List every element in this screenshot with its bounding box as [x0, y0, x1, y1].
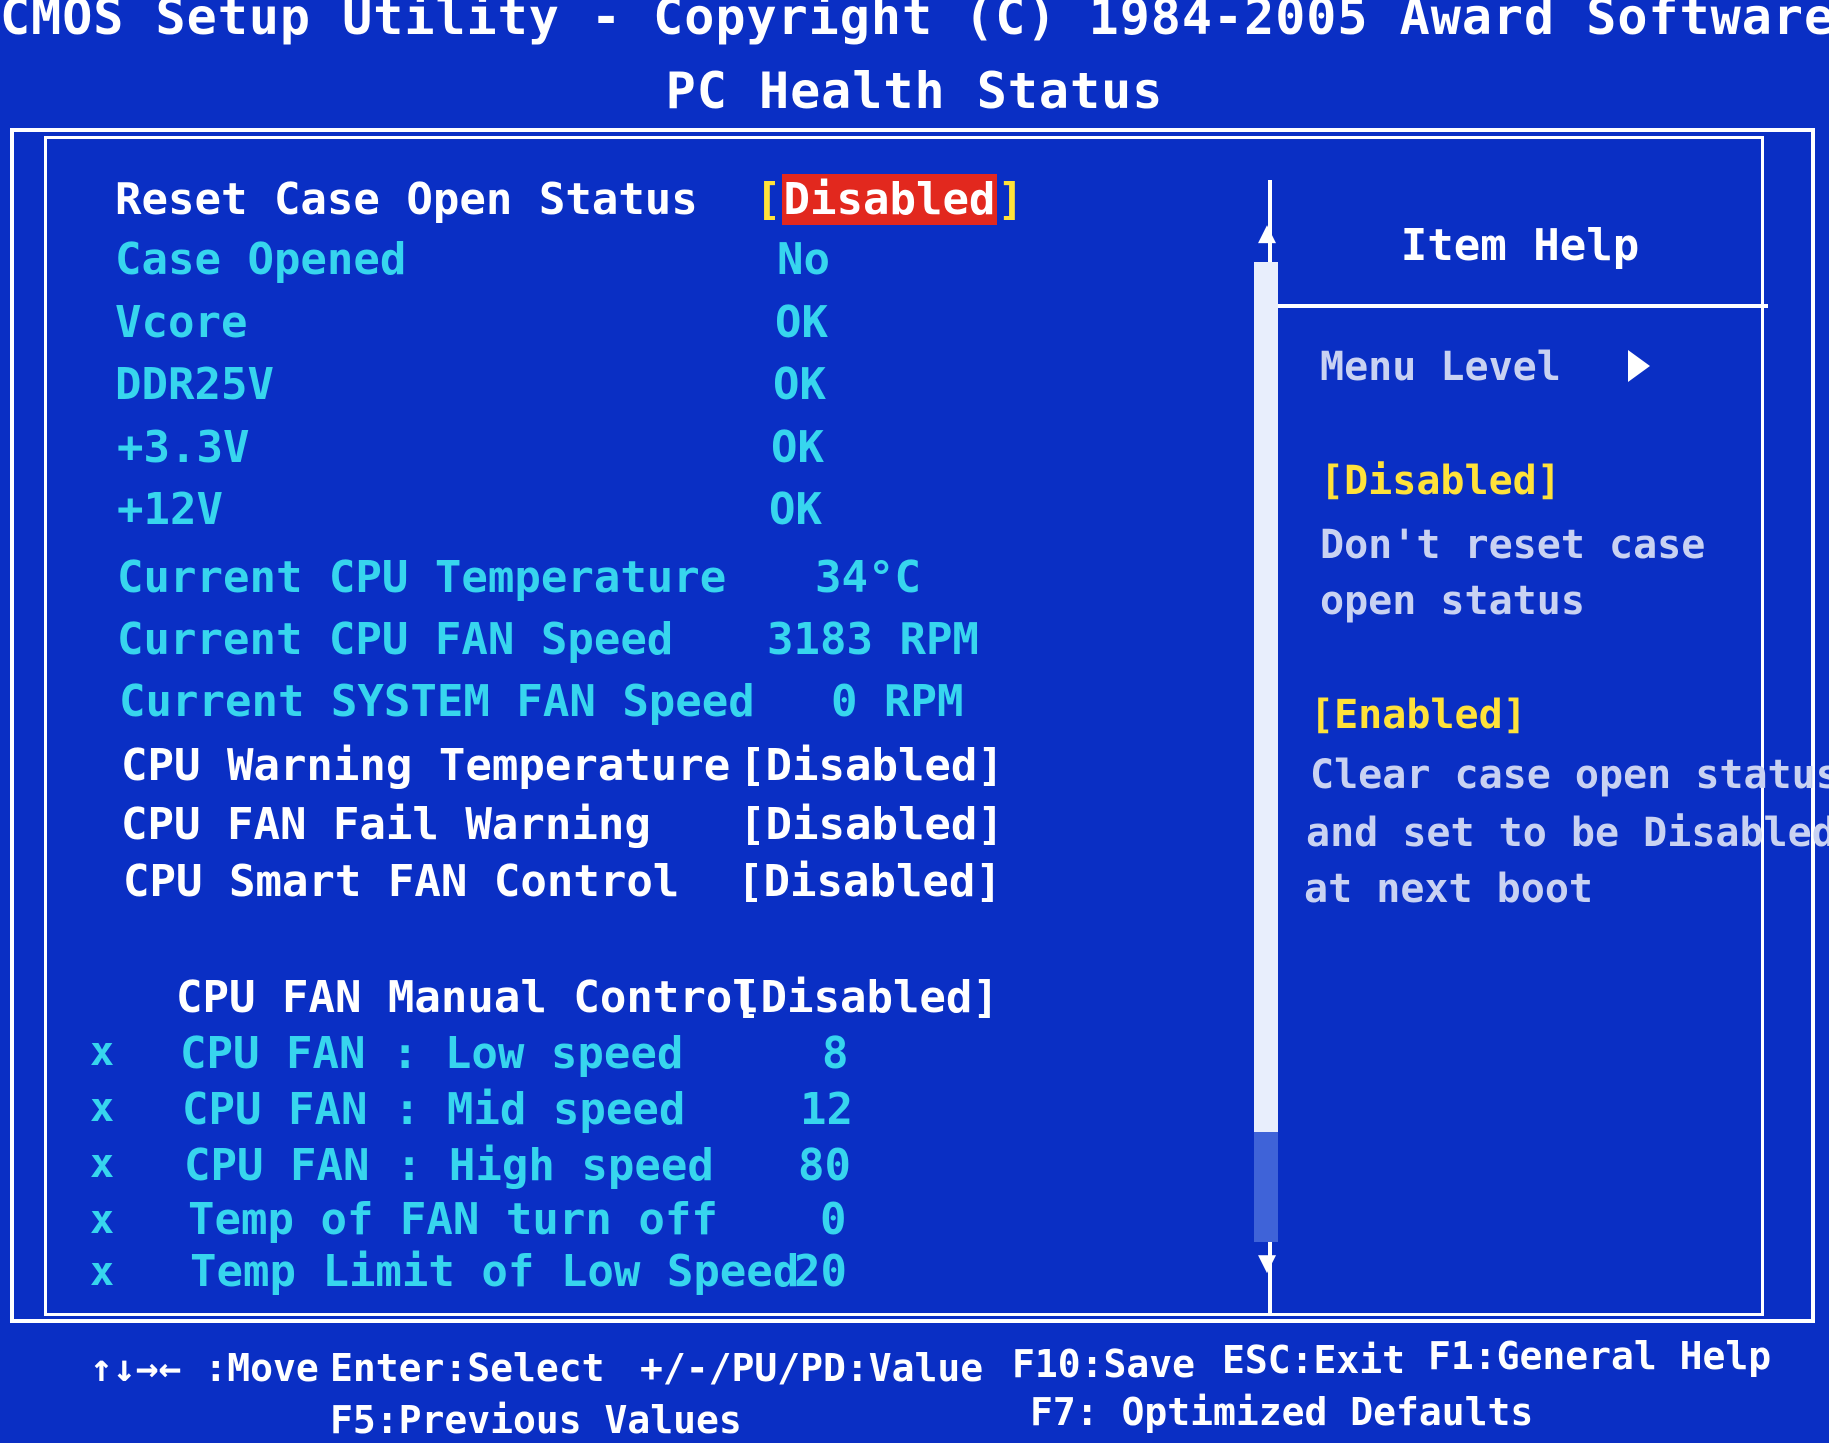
setting-value: 0 RPM: [831, 676, 964, 727]
setting-value[interactable]: [Disabled]: [739, 795, 1004, 855]
setting-cpu-fan-fail-warning[interactable]: CPU FAN Fail Warning [Disabled]: [121, 795, 1021, 855]
setting-label: CPU FAN : High speed: [184, 1140, 714, 1191]
help-disabled-line2: open status: [1320, 578, 1585, 624]
setting-value[interactable]: [Disabled]: [734, 968, 999, 1028]
setting-value: OK: [775, 297, 828, 348]
help-title-separator: [1272, 304, 1768, 308]
setting-label: CPU FAN : Mid speed: [182, 1084, 686, 1135]
setting-label: Current CPU Temperature: [117, 552, 727, 603]
setting-label: Temp Limit of Low Speed: [190, 1246, 800, 1297]
key-general-help: F1:General Help: [1428, 1334, 1772, 1378]
setting-cpu-fan-mid-speed: CPU FAN : Mid speed 12: [182, 1080, 1082, 1140]
help-enabled-line2: and set to be Disabled: [1306, 810, 1829, 856]
scrollbar-thumb[interactable]: [1254, 262, 1278, 1132]
disabled-marker: x: [90, 1249, 115, 1295]
setting-cpu-smart-fan-control[interactable]: CPU Smart FAN Control [Disabled]: [123, 852, 1023, 912]
setting-label: CPU FAN Fail Warning: [121, 799, 651, 850]
setting-cpu-warning-temperature[interactable]: CPU Warning Temperature [Disabled]: [121, 736, 1021, 796]
setting-cpu-fan-speed: Current CPU FAN Speed 3183 RPM: [117, 610, 1017, 670]
setting-value: 12: [800, 1084, 853, 1135]
key-value: +/-/PU/PD:Value: [640, 1346, 984, 1390]
setting-3-3v: +3.3V OK: [117, 418, 1017, 478]
setting-cpu-fan-manual-control[interactable]: CPU FAN Manual Control [Disabled]: [176, 968, 1076, 1028]
setting-value: 3183 RPM: [767, 614, 979, 665]
setting-label: DDR25V: [115, 359, 274, 410]
setting-label: Current SYSTEM FAN Speed: [119, 676, 755, 727]
setting-vcore: Vcore OK: [115, 293, 1015, 353]
header: CMOS Setup Utility - Copyright (C) 1984-…: [0, 0, 1829, 140]
help-enabled-tag: [Enabled]: [1310, 692, 1527, 738]
disabled-marker: x: [90, 1029, 115, 1075]
item-help-title: Item Help: [1400, 220, 1640, 271]
setting-value: OK: [771, 422, 824, 473]
help-disabled-line1: Don't reset case: [1320, 522, 1706, 568]
setting-value: No: [777, 234, 830, 285]
setting-system-fan-speed: Current SYSTEM FAN Speed 0 RPM: [119, 672, 1019, 732]
setting-value: 0: [820, 1194, 847, 1245]
setting-value: 80: [798, 1140, 851, 1191]
help-enabled-line1: Clear case open status: [1310, 752, 1829, 798]
menu-level-label: Menu Level: [1320, 344, 1561, 390]
menu-level-arrow-icon: [1628, 350, 1650, 382]
setting-value[interactable]: [Disabled]: [755, 170, 1024, 230]
key-move: ↑↓→← :Move: [90, 1346, 319, 1390]
setting-reset-case-open-status[interactable]: Reset Case Open Status [Disabled]: [115, 170, 1024, 230]
selected-value[interactable]: Disabled: [781, 174, 998, 225]
setting-label: Vcore: [115, 297, 248, 348]
setting-ddr25v: DDR25V OK: [115, 355, 1015, 415]
setting-value[interactable]: [Disabled]: [737, 852, 1002, 912]
setting-value[interactable]: [Disabled]: [739, 736, 1004, 796]
help-enabled-line3: at next boot: [1304, 866, 1593, 912]
setting-cpu-temperature: Current CPU Temperature 34°C: [117, 548, 1017, 608]
setting-12v: +12V OK: [117, 480, 1017, 540]
setting-label: +12V: [117, 484, 223, 535]
setting-label: Temp of FAN turn off: [188, 1194, 718, 1245]
key-help-bar: ↑↓→← :Move Enter:Select +/-/PU/PD:Value …: [0, 1330, 1829, 1443]
page-title: PC Health Status: [665, 62, 1164, 120]
key-save: F10:Save: [1012, 1342, 1196, 1386]
setting-value: 34°C: [815, 552, 921, 603]
scroll-down-arrow-icon[interactable]: ▼: [1252, 1248, 1282, 1278]
setting-label: +3.3V: [117, 422, 250, 473]
setting-cpu-fan-low-speed: CPU FAN : Low speed 8: [180, 1024, 1080, 1084]
key-select: Enter:Select: [330, 1346, 605, 1390]
setting-label: CPU Warning Temperature: [121, 740, 731, 791]
setting-temp-fan-turn-off: Temp of FAN turn off 0: [188, 1190, 1088, 1250]
setting-label: Reset Case Open Status: [115, 174, 698, 225]
setting-value: OK: [769, 484, 822, 535]
help-disabled-tag: [Disabled]: [1320, 458, 1561, 504]
setting-label: CPU Smart FAN Control: [123, 856, 680, 907]
setting-label: CPU FAN Manual Control: [176, 972, 759, 1023]
setting-temp-limit-low-speed: Temp Limit of Low Speed 20: [190, 1242, 1090, 1302]
utility-title: CMOS Setup Utility - Copyright (C) 1984-…: [0, 0, 1829, 46]
key-previous-values: F5:Previous Values: [330, 1398, 742, 1442]
setting-value: 20: [794, 1246, 847, 1297]
setting-cpu-fan-high-speed: CPU FAN : High speed 80: [184, 1136, 1084, 1196]
key-exit: ESC:Exit: [1222, 1338, 1406, 1382]
key-optimized-defaults: F7: Optimized Defaults: [1030, 1390, 1534, 1434]
setting-label: Case Opened: [115, 234, 407, 285]
setting-case-opened: Case Opened No: [115, 230, 1015, 290]
setting-value: OK: [773, 359, 826, 410]
setting-label: Current CPU FAN Speed: [117, 614, 674, 665]
disabled-marker: x: [90, 1085, 115, 1131]
setting-value: 8: [822, 1028, 849, 1079]
disabled-marker: x: [90, 1197, 115, 1243]
setting-label: CPU FAN : Low speed: [180, 1028, 684, 1079]
disabled-marker: x: [90, 1141, 115, 1187]
